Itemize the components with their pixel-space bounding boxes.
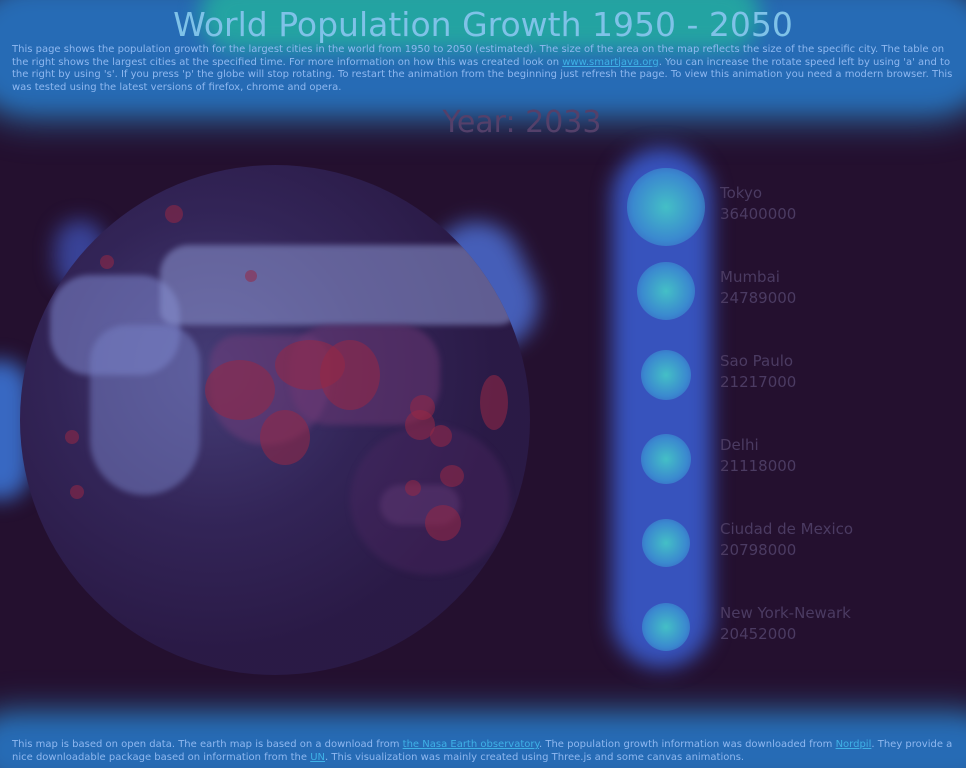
city-size-circle xyxy=(642,603,690,651)
city-population: 20798000 xyxy=(720,541,797,559)
city-population: 24789000 xyxy=(720,289,797,307)
year-label: Year: 2033 xyxy=(442,105,602,140)
city-population: 36400000 xyxy=(720,205,797,223)
smartjava-link[interactable]: www.smartjava.org xyxy=(562,57,658,68)
city-size-circle xyxy=(641,350,691,400)
city-population: 20452000 xyxy=(720,625,797,643)
city-area-marker xyxy=(405,480,421,496)
city-item-new-york-newark: New York-Newark 20452000 xyxy=(633,588,893,672)
city-area-marker xyxy=(430,425,452,447)
un-link[interactable]: UN xyxy=(310,752,325,763)
city-item-delhi: Delhi 21118000 xyxy=(633,420,893,504)
footer-text-2: . The population growth information was … xyxy=(539,739,836,750)
city-item-ciudad-de-mexico: Ciudad de Mexico 20798000 xyxy=(633,504,893,588)
city-area-marker xyxy=(480,375,508,430)
city-size-circle xyxy=(637,262,695,320)
nordpil-link[interactable]: Nordpil xyxy=(836,739,872,750)
city-name: New York-Newark xyxy=(720,604,851,622)
city-size-circle xyxy=(641,434,691,484)
city-area-marker xyxy=(205,360,275,420)
city-area-marker xyxy=(245,270,257,282)
city-item-mumbai: Mumbai 24789000 xyxy=(633,252,893,336)
footer-paragraph: This map is based on open data. The eart… xyxy=(12,739,957,764)
page: World Population Growth 1950 - 2050 This… xyxy=(0,0,966,768)
city-area-marker xyxy=(425,505,461,541)
city-area-marker xyxy=(70,485,84,499)
city-name: Delhi xyxy=(720,436,759,454)
city-population: 21118000 xyxy=(720,457,797,475)
city-area-marker xyxy=(165,205,183,223)
footer-text-4: . This visualization was mainly created … xyxy=(325,751,745,763)
earth-globe[interactable] xyxy=(20,165,530,675)
intro-paragraph: This page shows the population growth fo… xyxy=(12,44,957,94)
globe-land-africa xyxy=(90,325,200,495)
city-area-marker xyxy=(260,410,310,465)
globe-land-asia xyxy=(160,245,520,325)
footer-text-1: This map is based on open data. The eart… xyxy=(12,739,403,750)
city-item-sao-paulo: Sao Paulo 21217000 xyxy=(633,336,893,420)
nasa-earth-observatory-link[interactable]: the Nasa Earth observatory xyxy=(403,739,539,750)
city-area-marker xyxy=(100,255,114,269)
city-population: 21217000 xyxy=(720,373,797,391)
page-title: World Population Growth 1950 - 2050 xyxy=(173,5,793,44)
city-name: Ciudad de Mexico xyxy=(720,520,854,538)
city-name: Tokyo xyxy=(720,184,762,202)
city-area-marker xyxy=(320,340,380,410)
city-area-marker xyxy=(65,430,79,444)
city-area-marker xyxy=(440,465,464,487)
city-size-circle xyxy=(627,168,705,246)
city-size-circle xyxy=(642,519,690,567)
city-name: Sao Paulo xyxy=(720,352,794,370)
city-item-tokyo: Tokyo 36400000 xyxy=(627,168,893,252)
city-name: Mumbai xyxy=(720,268,780,286)
